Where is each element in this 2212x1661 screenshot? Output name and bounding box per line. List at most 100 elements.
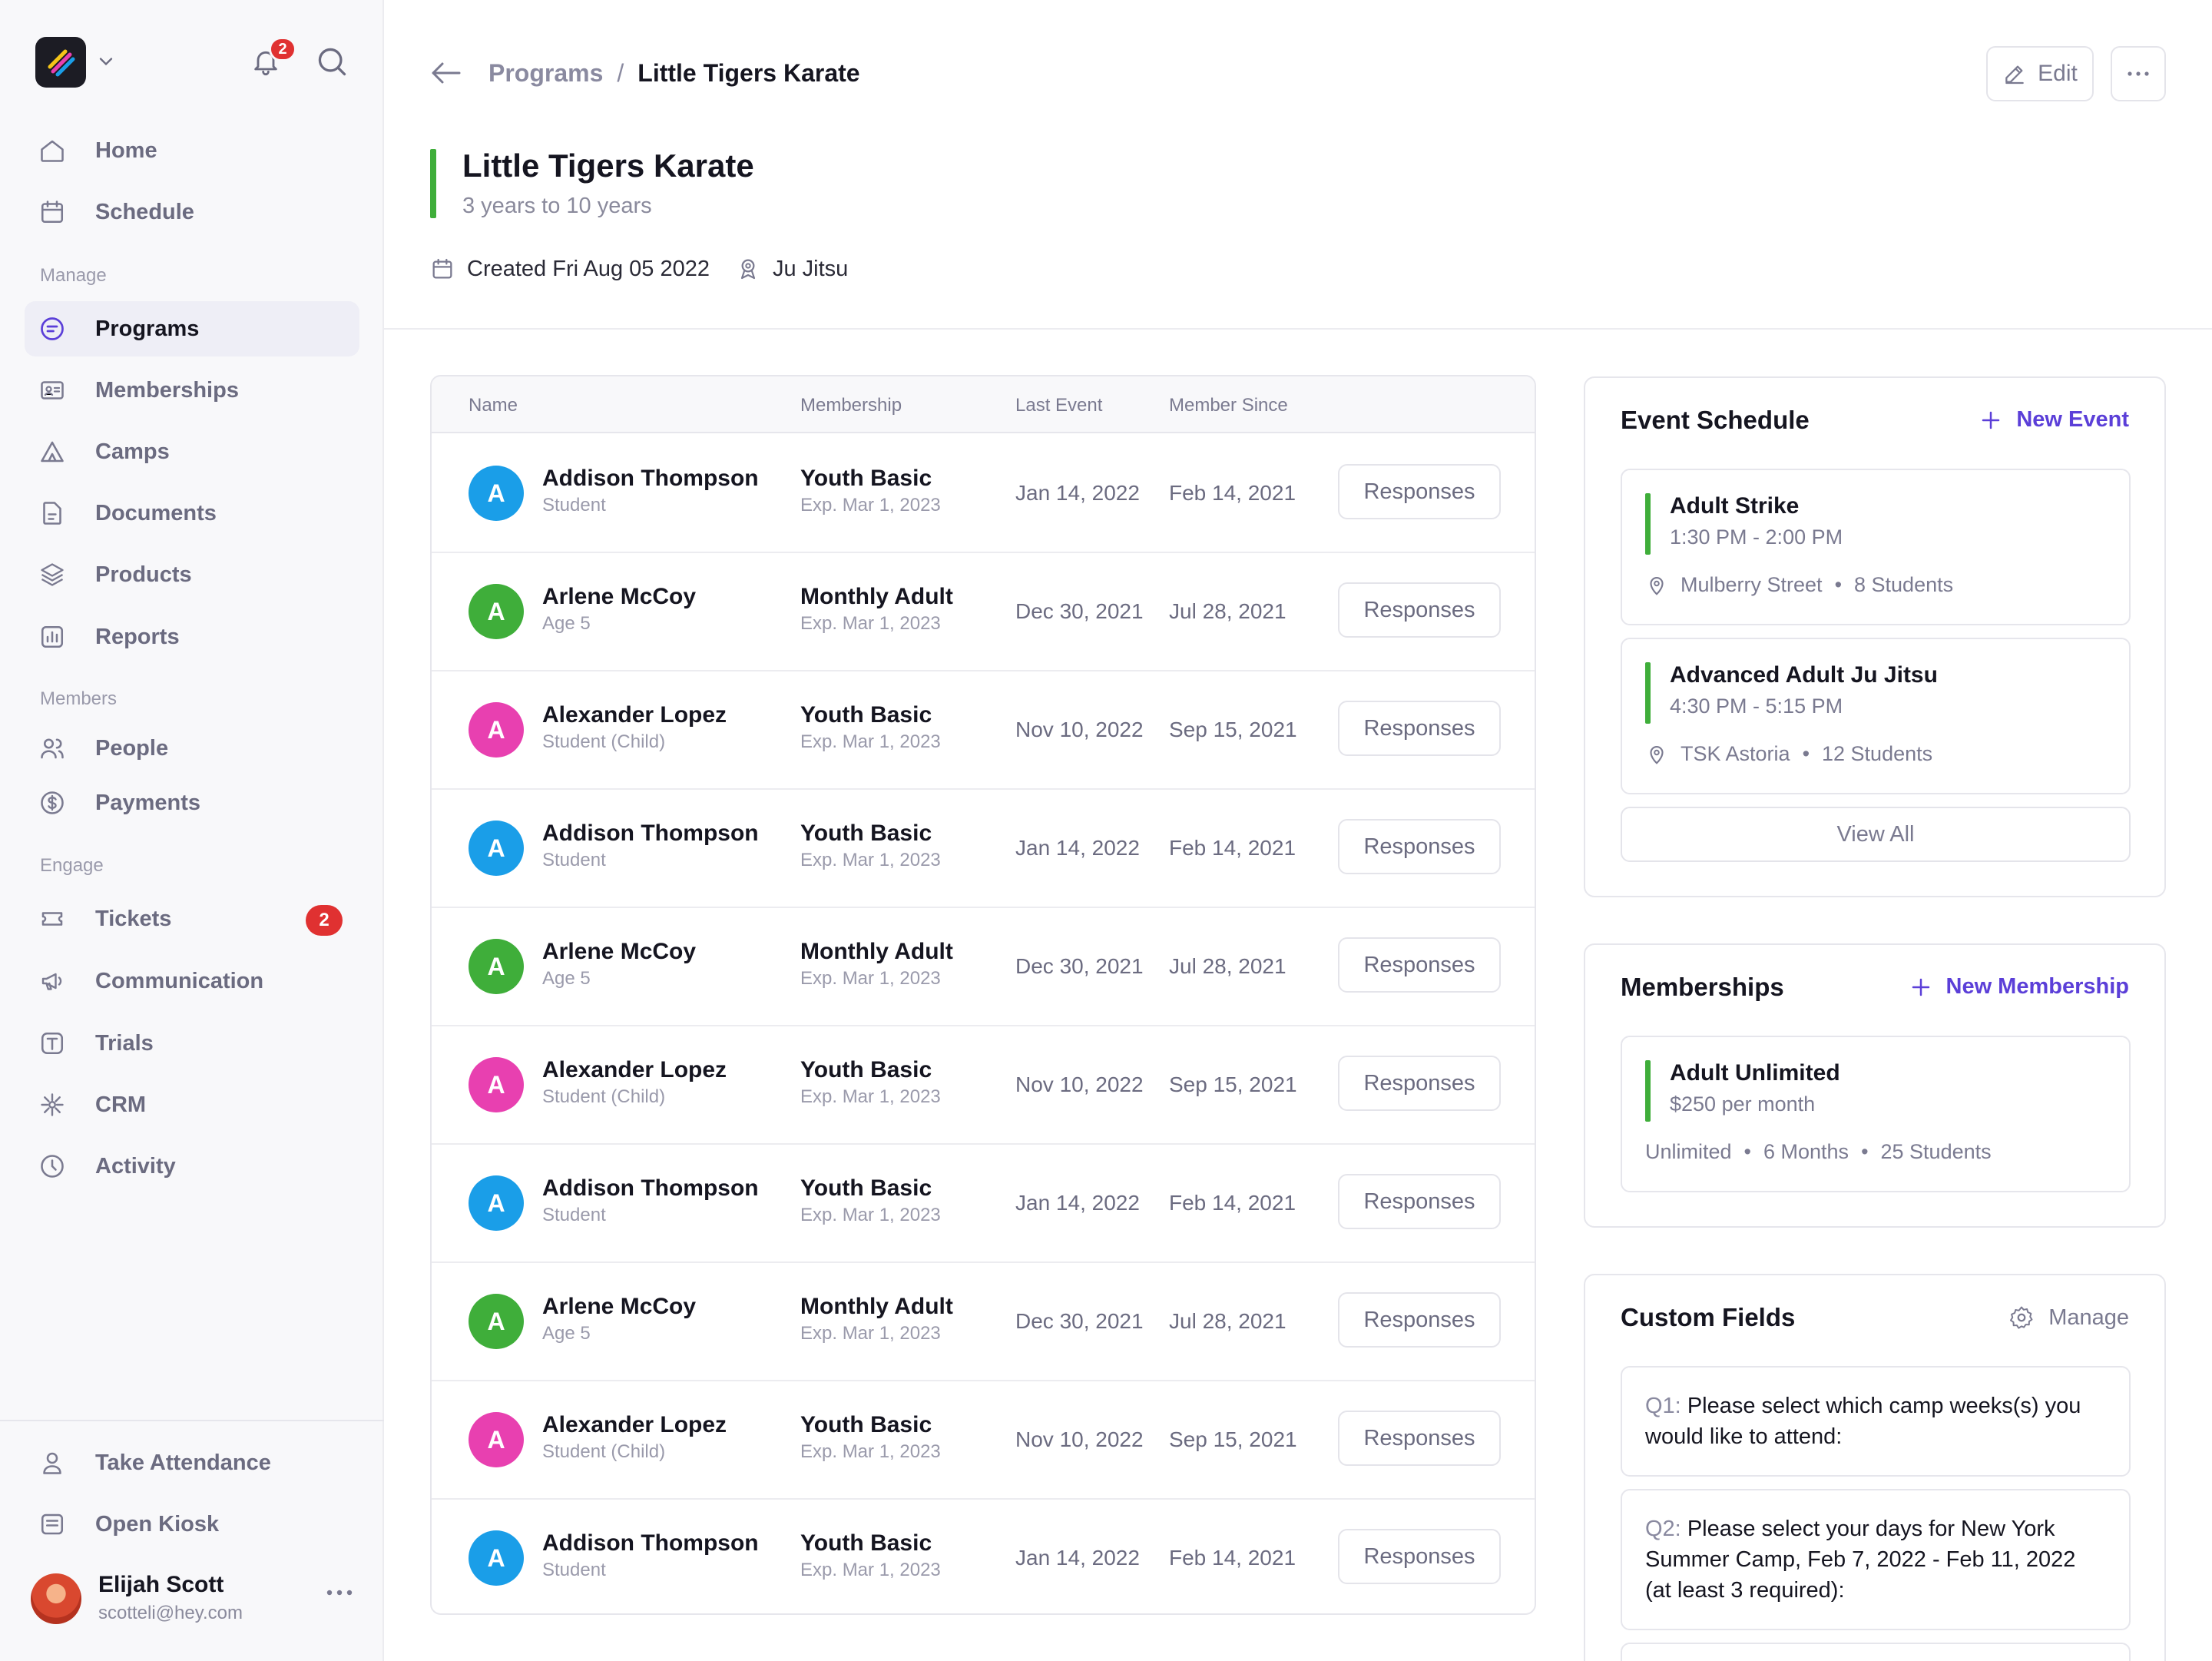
column-header-last-event[interactable]: Last Event	[1015, 395, 1102, 416]
edit-button[interactable]: Edit	[1986, 46, 2094, 101]
member-name[interactable]: Addison Thompson	[542, 466, 759, 492]
event-students: 8 Students	[1854, 573, 1954, 596]
responses-button[interactable]: Responses	[1338, 1529, 1501, 1584]
member-name[interactable]: Addison Thompson	[542, 1175, 759, 1202]
chevron-down-icon[interactable]	[95, 51, 117, 72]
sidebar-item-reports[interactable]: Reports	[25, 609, 359, 665]
section-label-engage: Engage	[40, 855, 104, 876]
more-horizontal-icon[interactable]	[326, 1589, 353, 1596]
membership-expiry: Exp. Mar 1, 2023	[800, 1205, 941, 1225]
app-logo[interactable]	[35, 37, 86, 88]
membership-expiry: Exp. Mar 1, 2023	[800, 968, 941, 989]
table-row[interactable]: A Arlene McCoy Age 5 Monthly Adult Exp. Mar …	[432, 553, 1535, 671]
sidebar-item-tickets[interactable]: Tickets 2	[25, 891, 359, 947]
new-event-button[interactable]: New Event	[1979, 407, 2129, 433]
table-row[interactable]: A Arlene McCoy Age 5 Monthly Adult Exp. Mar …	[432, 908, 1535, 1026]
breadcrumb-programs-link[interactable]: Programs	[488, 59, 603, 88]
table-row[interactable]: A Addison Thompson Student Youth Basic Exp. …	[432, 435, 1535, 553]
member-since-date: Feb 14, 2021	[1169, 1191, 1296, 1215]
megaphone-icon	[38, 967, 66, 995]
responses-button[interactable]: Responses	[1338, 582, 1501, 638]
logo-icon	[48, 49, 75, 77]
member-name[interactable]: Addison Thompson	[542, 1530, 759, 1557]
sidebar-item-trials[interactable]: Trials	[25, 1016, 359, 1071]
custom-field-question: Q2: Please select your days for New York…	[1645, 1513, 2106, 1606]
membership-accent-bar	[1645, 1060, 1651, 1122]
tickets-count-badge: 2	[306, 905, 343, 936]
sidebar-item-activity[interactable]: Activity	[25, 1139, 359, 1194]
created-date: Created Fri Aug 05 2022	[467, 256, 710, 281]
new-event-label: New Event	[2016, 407, 2129, 432]
table-row[interactable]: A Arlene McCoy Age 5 Monthly Adult Exp. Mar …	[432, 1263, 1535, 1381]
manage-button[interactable]: Manage	[2008, 1305, 2129, 1331]
sidebar-item-home[interactable]: Home	[25, 123, 359, 178]
table-row[interactable]: A Addison Thompson Student Youth Basic Exp. …	[432, 790, 1535, 908]
responses-button[interactable]: Responses	[1338, 1056, 1501, 1111]
column-header-membership[interactable]: Membership	[800, 395, 902, 416]
sidebar-item-products[interactable]: Products	[25, 547, 359, 602]
table-row[interactable]: A Alexander Lopez Student (Child) Youth Bas…	[432, 1026, 1535, 1145]
user-profile[interactable]: Elijah Scott scotteli@hey.com	[31, 1572, 353, 1626]
sidebar-item-crm[interactable]: CRM	[25, 1077, 359, 1132]
custom-field-item[interactable]	[1621, 1643, 2131, 1661]
sidebar-item-people[interactable]: People	[25, 721, 359, 776]
membership-item[interactable]: Adult Unlimited $250 per month Unlimited…	[1621, 1036, 2131, 1192]
member-name[interactable]: Alexander Lopez	[542, 702, 727, 728]
sidebar-item-take-attendance[interactable]: Take Attendance	[25, 1435, 359, 1490]
responses-button[interactable]: Responses	[1338, 701, 1501, 756]
sidebar-item-memberships[interactable]: Memberships	[25, 363, 359, 418]
member-name[interactable]: Arlene McCoy	[542, 584, 696, 610]
member-name[interactable]: Arlene McCoy	[542, 939, 696, 965]
member-role: Age 5	[542, 1323, 591, 1344]
column-header-name[interactable]: Name	[469, 395, 518, 416]
sidebar-item-programs[interactable]: Programs	[25, 301, 359, 356]
event-item[interactable]: Adult Strike 1:30 PM - 2:00 PM Mulberry …	[1621, 469, 2131, 625]
member-role: Age 5	[542, 613, 591, 634]
table-header: Name Membership Last Event Member Since	[432, 376, 1535, 433]
document-icon	[38, 499, 66, 527]
member-name[interactable]: Alexander Lopez	[542, 1412, 727, 1438]
arrow-left-icon[interactable]	[430, 61, 461, 85]
sidebar-item-label: Documents	[95, 500, 217, 525]
more-options-button[interactable]	[2111, 46, 2166, 101]
last-event-date: Jan 14, 2022	[1015, 1546, 1140, 1570]
table-row[interactable]: A Addison Thompson Student Youth Basic Exp. …	[432, 1145, 1535, 1263]
responses-button[interactable]: Responses	[1338, 464, 1501, 519]
responses-button[interactable]: Responses	[1338, 819, 1501, 874]
responses-button[interactable]: Responses	[1338, 1411, 1501, 1466]
sidebar-item-open-kiosk[interactable]: Open Kiosk	[25, 1497, 359, 1552]
view-all-button[interactable]: View All	[1621, 807, 2131, 862]
edit-button-label: Edit	[2038, 61, 2078, 86]
responses-button[interactable]: Responses	[1338, 1292, 1501, 1348]
sidebar-item-label: Payments	[95, 790, 201, 815]
last-event-date: Jan 14, 2022	[1015, 836, 1140, 860]
member-since-date: Sep 15, 2021	[1169, 1427, 1297, 1451]
sidebar-item-schedule[interactable]: Schedule	[25, 184, 359, 240]
table-row[interactable]: A Alexander Lopez Student (Child) Youth Bas…	[432, 671, 1535, 790]
custom-field-item[interactable]: Q1: Please select which camp weeks(s) yo…	[1621, 1366, 2131, 1477]
location-pin-icon	[1650, 576, 1664, 595]
sidebar-item-label: Camps	[95, 439, 170, 464]
event-item[interactable]: Advanced Adult Ju Jitsu 4:30 PM - 5:15 P…	[1621, 638, 2131, 794]
new-membership-button[interactable]: New Membership	[1909, 974, 2129, 1000]
sidebar-item-payments[interactable]: Payments	[25, 775, 359, 830]
table-row[interactable]: A Alexander Lopez Student (Child) Youth Bas…	[432, 1381, 1535, 1500]
member-name[interactable]: Arlene McCoy	[542, 1294, 696, 1320]
responses-button[interactable]: Responses	[1338, 937, 1501, 993]
member-name[interactable]: Alexander Lopez	[542, 1057, 727, 1083]
column-header-member-since[interactable]: Member Since	[1169, 395, 1288, 416]
search-icon[interactable]	[315, 45, 349, 78]
member-name[interactable]: Addison Thompson	[542, 821, 759, 847]
sidebar-item-communication[interactable]: Communication	[25, 953, 359, 1009]
sidebar-item-documents[interactable]: Documents	[25, 486, 359, 541]
event-schedule-card: Event Schedule New Event Adult Strike 1:…	[1584, 376, 2166, 897]
header-divider	[384, 328, 2212, 330]
responses-button[interactable]: Responses	[1338, 1174, 1501, 1229]
last-event-date: Jan 14, 2022	[1015, 481, 1140, 505]
membership-limit: Unlimited	[1645, 1140, 1732, 1163]
sidebar-item-camps[interactable]: Camps	[25, 424, 359, 479]
chart-icon	[38, 623, 66, 651]
custom-field-item[interactable]: Q2: Please select your days for New York…	[1621, 1489, 2131, 1630]
sidebar-divider	[0, 1420, 384, 1421]
table-row[interactable]: A Addison Thompson Student Youth Basic Exp. …	[432, 1500, 1535, 1613]
